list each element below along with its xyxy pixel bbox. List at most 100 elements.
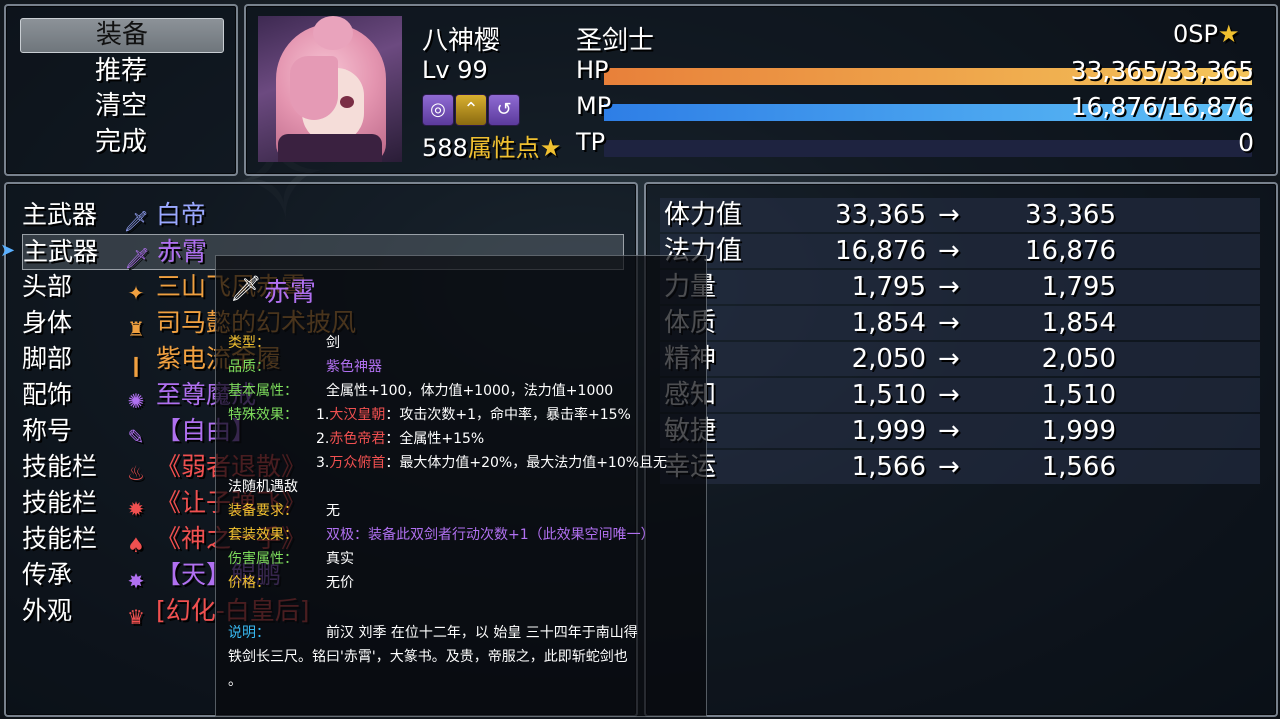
slot-label: 主武器 bbox=[22, 200, 98, 229]
param-new-value: 1,999 bbox=[1041, 416, 1116, 446]
param-row: 感知1,510→1,510 bbox=[660, 378, 1260, 412]
ring-icon: ✺ bbox=[127, 389, 145, 413]
cloak-icon: ♜ bbox=[127, 317, 145, 341]
rank-up-state-icon: ⌃ bbox=[455, 94, 487, 126]
swirl-state-icon: ↺ bbox=[488, 94, 520, 126]
help-req-label: 装备要求： bbox=[228, 503, 298, 519]
slot-label: 头部 bbox=[22, 272, 73, 301]
param-old-value: 1,510 bbox=[851, 380, 926, 410]
param-new-value: 1,566 bbox=[1041, 452, 1116, 482]
param-row: 法力值 16,876 → 16,876 bbox=[660, 234, 1260, 268]
slot-label: 技能栏 bbox=[22, 524, 98, 553]
sp-value: 0SP★ bbox=[1173, 20, 1240, 48]
param-row: 力量1,795→1,795 bbox=[660, 270, 1260, 304]
boots-icon: ❙ bbox=[127, 353, 145, 377]
param-arrow-icon: → bbox=[938, 236, 960, 266]
param-new-value: 16,876 bbox=[1025, 236, 1116, 266]
help-quality-value: 紫色神器 bbox=[326, 359, 382, 375]
mushroom-skill-icon: ♠ bbox=[127, 533, 145, 557]
param-arrow-icon: → bbox=[938, 416, 960, 446]
help-desc-label: 说明： bbox=[228, 625, 270, 641]
param-old-value: 1,795 bbox=[851, 272, 926, 302]
help-special-3-cont: 法随机遇敌 bbox=[228, 479, 298, 495]
help-dmg-label: 伤害属性： bbox=[228, 551, 298, 567]
help-desc-line3: 。 bbox=[228, 673, 242, 689]
param-arrow-icon: → bbox=[938, 272, 960, 302]
help-quality-label: 品质： bbox=[228, 359, 270, 375]
param-new-value: 1,795 bbox=[1041, 272, 1116, 302]
help-type-value: 剑 bbox=[326, 335, 340, 351]
param-new-value: 1,854 bbox=[1041, 308, 1116, 338]
help-desc-line1: 前汉 刘季 在位十二年，以 始皇 三十四年于南山得 bbox=[326, 625, 638, 641]
param-arrow-icon: → bbox=[938, 380, 960, 410]
help-special-2: 2.赤色帝君：全属性+15% bbox=[316, 431, 485, 447]
help-price-value: 无价 bbox=[326, 575, 354, 591]
slot-label: 配饰 bbox=[22, 380, 73, 409]
command-clear[interactable]: 清空 bbox=[20, 90, 222, 123]
param-arrow-icon: → bbox=[938, 308, 960, 338]
fire-skill-icon: ♨ bbox=[127, 461, 145, 485]
inherit-icon: ✸ bbox=[127, 569, 145, 593]
param-old-value: 1,854 bbox=[851, 308, 926, 338]
gear-skill-icon: ✹ bbox=[127, 497, 145, 521]
equip-command-window: 装备 推荐 清空 完成 bbox=[4, 4, 238, 176]
title-icon: ✎ bbox=[127, 425, 145, 449]
slot-label: 主武器 bbox=[23, 237, 99, 266]
param-old-value: 1,999 bbox=[851, 416, 926, 446]
tp-value: 0 bbox=[1238, 128, 1254, 157]
param-row: 体质1,854→1,854 bbox=[660, 306, 1260, 340]
param-old-value: 2,050 bbox=[851, 344, 926, 374]
item-help-popup: 🗡 赤霄 类型： 剑 品质： 紫色神器 基本属性： 全属性+100，体力值+10… bbox=[215, 255, 707, 717]
param-row: 幸运1,566→1,566 bbox=[660, 450, 1260, 484]
help-type-label: 类型： bbox=[228, 335, 270, 351]
command-done[interactable]: 完成 bbox=[20, 126, 222, 159]
target-state-icon: ◎ bbox=[422, 94, 454, 126]
param-name: 体力值 bbox=[664, 200, 743, 230]
param-arrow-icon: → bbox=[938, 200, 960, 230]
help-item-title: 赤霄 bbox=[264, 278, 317, 308]
param-new-value: 33,365 bbox=[1025, 200, 1116, 230]
param-new-value: 2,050 bbox=[1041, 344, 1116, 374]
param-old-value: 1,566 bbox=[851, 452, 926, 482]
param-arrow-icon: → bbox=[938, 452, 960, 482]
sp-star-icon: ★ bbox=[1217, 20, 1240, 48]
equipped-item-name: 白帝 bbox=[156, 200, 207, 229]
helmet-icon: ✦ bbox=[127, 281, 145, 305]
actor-portrait bbox=[258, 16, 402, 162]
param-old-value: 16,876 bbox=[835, 236, 926, 266]
help-set-value: 双极：装备此双剑者行动次数+1（此效果空间唯一） bbox=[326, 527, 655, 543]
command-equip[interactable]: 装备 bbox=[20, 18, 224, 53]
help-special-3: 3.万众俯首：最大体力值+20%，最大法力值+10%且无 bbox=[316, 455, 668, 471]
help-set-label: 套装效果： bbox=[228, 527, 298, 543]
param-new-value: 1,510 bbox=[1041, 380, 1116, 410]
param-row: 敏捷1,999→1,999 bbox=[660, 414, 1260, 448]
slot-label: 身体 bbox=[22, 308, 73, 337]
selection-cursor-icon: ➤ bbox=[0, 240, 16, 261]
help-req-value: 无 bbox=[326, 503, 340, 519]
help-item-icon: 🗡 bbox=[230, 274, 262, 303]
slot-label: 技能栏 bbox=[22, 452, 98, 481]
actor-level: Lv 99 bbox=[422, 56, 488, 84]
help-desc-line2: 铁剑长三尺。铭曰'赤霄'，大篆书。及贵，帝服之，此即斩蛇剑也 bbox=[228, 649, 628, 665]
command-recommend[interactable]: 推荐 bbox=[20, 55, 222, 88]
help-base-label: 基本属性： bbox=[228, 383, 298, 399]
param-arrow-icon: → bbox=[938, 344, 960, 374]
actor-name: 八神樱 bbox=[422, 26, 501, 56]
tp-label: TP bbox=[576, 128, 606, 156]
slot-label: 技能栏 bbox=[22, 488, 98, 517]
help-price-label: 价格： bbox=[228, 575, 270, 591]
param-old-value: 33,365 bbox=[835, 200, 926, 230]
help-base-value: 全属性+100，体力值+1000，法力值+1000 bbox=[326, 383, 614, 399]
equip-slot-row[interactable]: 主武器 🗡 白帝 bbox=[22, 198, 622, 233]
equipped-item-name: 赤霄 bbox=[157, 237, 208, 266]
slot-label: 称号 bbox=[22, 416, 73, 445]
help-dmg-value: 真实 bbox=[326, 551, 354, 567]
slot-label: 脚部 bbox=[22, 344, 73, 373]
hp-label: HP bbox=[576, 56, 609, 84]
param-row: 体力值 33,365 → 33,365 bbox=[660, 198, 1260, 232]
sword-icon: 🗡 bbox=[123, 209, 149, 233]
tp-gauge bbox=[604, 140, 1252, 157]
actor-status-window: 八神樱 Lv 99 ◎ ⌃ ↺ 588属性点★ 圣剑士 0SP★ HP 33,3… bbox=[244, 4, 1278, 176]
help-special-1: 1.大汉皇朝：攻击次数+1，命中率，暴击率+15% bbox=[316, 407, 631, 423]
param-row: 精神2,050→2,050 bbox=[660, 342, 1260, 376]
